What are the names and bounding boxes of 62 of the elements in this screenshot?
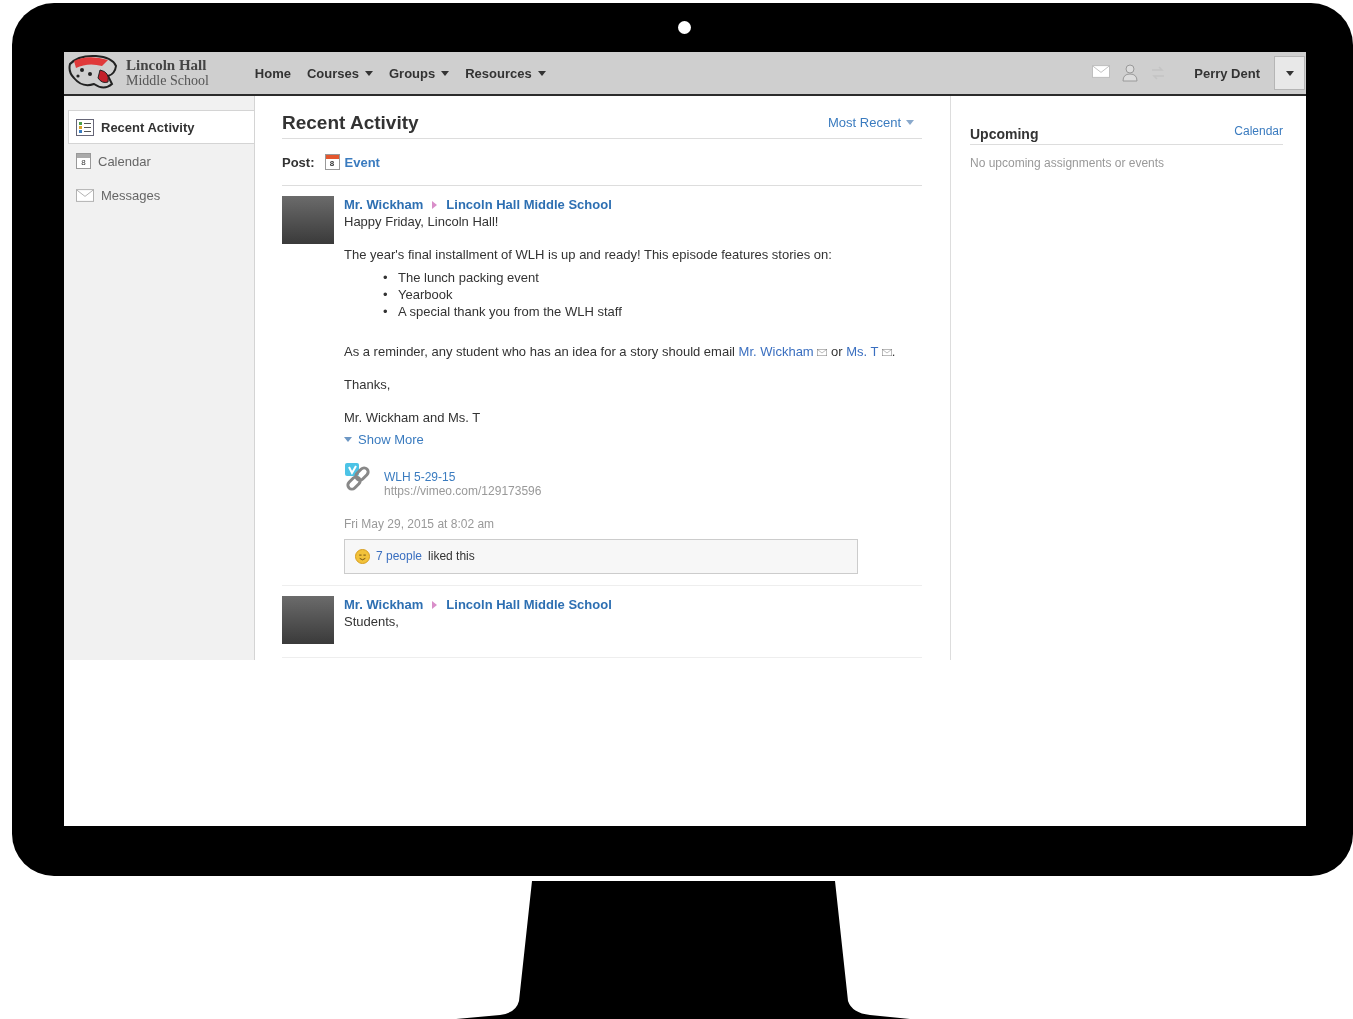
caret-icon [441,70,450,76]
school-name: Lincoln Hall [126,58,208,73]
post-timestamp: Fri May 29, 2015 at 8:02 am [344,516,496,533]
nav-menu-item[interactable]: Home [254,65,291,81]
smiley-icon [355,549,370,564]
mention-link[interactable]: Ms. T [846,344,879,359]
upcoming-title: Upcoming [970,126,1039,142]
sidebar-item[interactable]: Recent Activity [68,110,254,144]
people-link[interactable]: 7 people [376,548,423,565]
bullet: • [383,269,389,286]
author-link[interactable]: Mr. Wickham [344,196,424,213]
nav-menu-item[interactable]: Courses [306,65,373,81]
bullet: • [383,286,389,303]
sidebar-item[interactable]: 8 Calendar [68,144,254,178]
post-text: As a reminder, any student who has an idea for a story should email Mr. Wickham or Ms. T . [344,343,897,360]
list-item: Yearbook [398,286,453,303]
calendar-icon: 8 [324,154,340,170]
triangle-icon [432,600,438,609]
calendar-icon: 8 [76,153,91,169]
video-url: https://vimeo.com/129173596 [384,484,542,498]
feed-title: Recent Activity [282,112,419,134]
likes-text: liked this [428,548,475,565]
user-name: Perry Dent [1194,65,1260,81]
post-text: Happy Friday, Lincoln Hall! [344,213,500,230]
group-link[interactable]: Lincoln Hall Middle School [446,596,612,613]
triangle-icon [432,200,438,209]
sidebar-item[interactable]: Messages [68,178,254,212]
author-link[interactable]: Mr. Wickham [344,596,424,613]
post-label: Post: [282,154,315,170]
show-more-button[interactable]: Show More [344,432,424,447]
post-event-button[interactable]: 8 Event [324,154,380,170]
list-item: The lunch packing event [398,269,539,286]
caret-icon [1285,70,1294,76]
caret-icon [906,120,914,125]
photo-placeholder [282,596,334,644]
bullet: • [383,303,389,320]
nav-menu-item[interactable]: Groups [389,65,450,81]
photo-placeholder [282,196,334,244]
mail-icon [881,349,892,356]
empty-message: No upcoming assignments or events [970,156,1166,170]
mail-icon [76,188,94,202]
post-text: Mr. Wickham and Ms. T [344,409,482,426]
calendar-link[interactable]: Calendar [1234,124,1283,138]
list-item: A special thank you from the WLH staff [398,303,622,320]
school-subtitle: Middle School [126,73,209,88]
caret-icon [537,70,546,76]
person-icon[interactable] [1122,64,1139,82]
nav-menu-item[interactable]: Resources [465,65,546,81]
caret-icon [344,437,352,442]
post-text: The year's final installment of WLH is up and ready! This episode features stories on: [344,246,833,263]
video-title-link[interactable]: WLH 5-29-15 [384,470,542,484]
mail-icon [817,349,828,356]
caret-icon [365,70,373,76]
post-text: Thanks, [344,376,392,393]
sort-dropdown[interactable]: Most Recent [828,115,914,130]
mention-link[interactable]: Mr. Wickham [738,344,814,359]
camera-dot [678,21,691,34]
user-menu-button[interactable] [1274,56,1305,90]
mail-icon [1092,65,1111,78]
group-link[interactable]: Lincoln Hall Middle School [446,196,612,213]
post-text: Students, [344,613,400,630]
list-icon [76,118,94,136]
